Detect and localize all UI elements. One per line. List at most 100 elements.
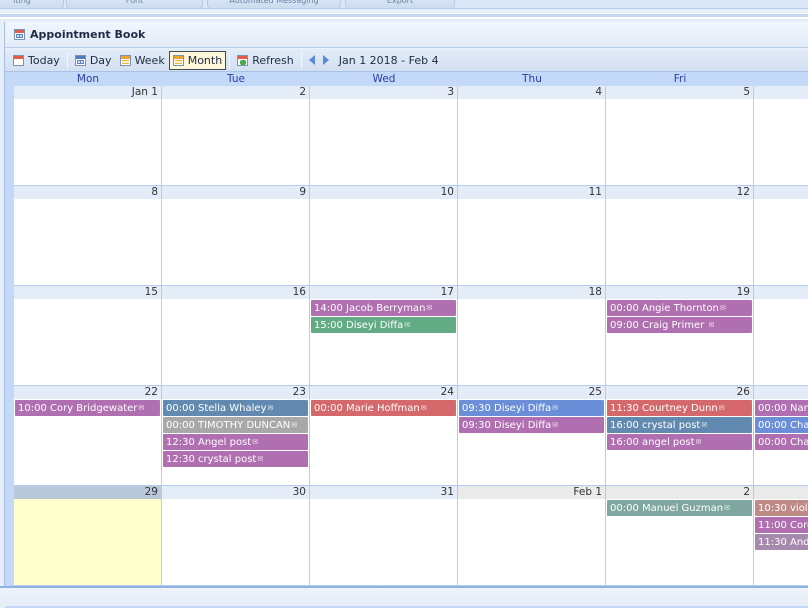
refresh-icon xyxy=(237,54,249,66)
appointment[interactable]: 14:00 Jacob Berryman✉ xyxy=(311,300,456,316)
day-cell[interactable]: 19 00:00 Angie Thornton✉ 09:00 Craig Prime… xyxy=(606,286,754,386)
day-number[interactable]: 29 xyxy=(14,486,161,499)
day-cell[interactable]: 2 xyxy=(162,86,310,186)
day-number[interactable]: 30 xyxy=(162,486,309,499)
previous-period-button[interactable] xyxy=(305,51,319,70)
day-cell[interactable]: 31 xyxy=(310,486,458,586)
month-label: Month xyxy=(187,53,223,67)
appointment[interactable]: 12:30 Angel post✉ xyxy=(163,434,308,450)
day-number[interactable]: 9 xyxy=(162,186,309,199)
appointment[interactable]: 00:00 Char✉ xyxy=(755,434,808,450)
day-cell[interactable] xyxy=(754,186,808,286)
day-cell[interactable]: 17 14:00 Jacob Berryman✉ 15:00 Diseyi Diff… xyxy=(310,286,458,386)
day-cell[interactable]: 16 xyxy=(162,286,310,386)
day-cell[interactable]: 4 xyxy=(458,86,606,186)
day-number[interactable]: 4 xyxy=(458,86,605,99)
appointment[interactable]: 09:30 Diseyi Diffa✉ xyxy=(459,417,604,433)
day-number[interactable]: 15 xyxy=(14,286,161,299)
appointment[interactable]: 00:00 TIMOTHY DUNCAN✉ xyxy=(163,417,308,433)
day-number[interactable] xyxy=(754,286,808,299)
ribbon-tab-font[interactable]: Font xyxy=(66,0,203,8)
ribbon-tab-export[interactable]: Export xyxy=(345,0,455,8)
day-number[interactable]: 22 xyxy=(14,386,161,399)
day-cell[interactable] xyxy=(754,286,808,386)
day-cell[interactable]: 3 xyxy=(310,86,458,186)
day-cell[interactable]: 2 00:00 Manuel Guzman✉ xyxy=(606,486,754,586)
appointment[interactable]: 09:30 Diseyi Diffa✉ xyxy=(459,400,604,416)
appointment[interactable]: 16:00 crystal post✉ xyxy=(607,417,752,433)
appointment[interactable]: 09:00 Craig Primer ✉ xyxy=(607,317,752,333)
weekday-headers: Mon Tue Wed Thu Fri xyxy=(14,72,808,86)
day-cell[interactable]: 10:30 viole✉11:00 Cord✉11:30 Andr✉ xyxy=(754,486,808,586)
day-number[interactable]: 18 xyxy=(458,286,605,299)
ribbon-tab-editing[interactable]: iting xyxy=(0,0,64,8)
appointment[interactable]: 00:00 Manuel Guzman✉ xyxy=(607,500,752,516)
day-cell[interactable]: 15 xyxy=(14,286,162,386)
week-view-button[interactable]: Week xyxy=(116,51,169,70)
day-number[interactable]: 25 xyxy=(458,386,605,399)
appointment-text: 10:00 Cory Bridgewater xyxy=(18,403,138,414)
appointment[interactable]: 15:00 Diseyi Diffa✉ xyxy=(311,317,456,333)
appointment[interactable]: 00:00 Stella Whaley✉ xyxy=(163,400,308,416)
day-number[interactable]: 31 xyxy=(310,486,457,499)
day-cell[interactable]: 30 xyxy=(162,486,310,586)
appointment[interactable]: 00:00 Nane✉ xyxy=(755,400,808,416)
day-number[interactable] xyxy=(754,386,808,399)
day-number[interactable]: Feb 1 xyxy=(458,486,605,499)
day-number[interactable]: 26 xyxy=(606,386,753,399)
day-cell[interactable]: 12 xyxy=(606,186,754,286)
day-number[interactable]: 5 xyxy=(606,86,753,99)
day-number[interactable]: 23 xyxy=(162,386,309,399)
appointment[interactable]: 10:00 Cory Bridgewater✉ xyxy=(15,400,160,416)
day-number[interactable]: 12 xyxy=(606,186,753,199)
reminder-icon: ✉ xyxy=(552,421,559,429)
day-cell[interactable]: Jan 1 xyxy=(14,86,162,186)
day-cell[interactable]: 18 xyxy=(458,286,606,386)
day-number[interactable]: 19 xyxy=(606,286,753,299)
day-cell[interactable]: 5 xyxy=(606,86,754,186)
appointment[interactable]: 10:30 viole✉ xyxy=(755,500,808,516)
day-number[interactable]: Jan 1 xyxy=(14,86,161,99)
day-cell[interactable]: 22 10:00 Cory Bridgewater✉ xyxy=(14,386,162,486)
day-view-button[interactable]: Day xyxy=(71,51,116,70)
day-cell[interactable]: 26 11:30 Courtney Dunn✉ 16:00 crystal post… xyxy=(606,386,754,486)
day-cell[interactable]: 8 xyxy=(14,186,162,286)
day-number[interactable]: 16 xyxy=(162,286,309,299)
appointment[interactable]: 11:00 Cord✉ xyxy=(755,517,808,533)
day-number[interactable]: 2 xyxy=(162,86,309,99)
day-cell[interactable]: Feb 1 xyxy=(458,486,606,586)
month-view-button[interactable]: Month xyxy=(168,50,227,70)
appointment[interactable]: 11:30 Andr✉ xyxy=(755,534,808,550)
appointment[interactable]: 00:00 Marie Hoffman✉ xyxy=(311,400,456,416)
day-cell[interactable]: 29 xyxy=(14,486,162,586)
day-number[interactable]: 2 xyxy=(606,486,753,499)
day-cell[interactable] xyxy=(754,86,808,186)
day-cell[interactable]: 11 xyxy=(458,186,606,286)
day-cell[interactable]: 24 00:00 Marie Hoffman✉ xyxy=(310,386,458,486)
appointment-text: 00:00 Nane xyxy=(758,403,808,414)
appointment[interactable]: 11:30 Courtney Dunn✉ xyxy=(607,400,752,416)
appointment[interactable]: 12:30 crystal post✉ xyxy=(163,451,308,467)
appointment[interactable]: 00:00 Char✉ xyxy=(755,417,808,433)
refresh-button[interactable]: Refresh xyxy=(233,51,298,70)
day-number[interactable]: 8 xyxy=(14,186,161,199)
day-cell[interactable]: 00:00 Nane✉00:00 Char✉00:00 Char✉ xyxy=(754,386,808,486)
day-cell[interactable]: 25 09:30 Diseyi Diffa✉ 09:30 Diseyi Diffa✉ xyxy=(458,386,606,486)
appointment[interactable]: 16:00 angel post✉ xyxy=(607,434,752,450)
day-number[interactable] xyxy=(754,186,808,199)
day-number[interactable]: 11 xyxy=(458,186,605,199)
day-number[interactable]: 24 xyxy=(310,386,457,399)
day-cell[interactable]: 23 00:00 Stella Whaley✉ 00:00 TIMOTHY DUNC… xyxy=(162,386,310,486)
day-number[interactable]: 17 xyxy=(310,286,457,299)
day-number[interactable]: 3 xyxy=(310,86,457,99)
toolbar-divider xyxy=(300,51,302,69)
day-number[interactable]: 10 xyxy=(310,186,457,199)
day-cell[interactable]: 10 xyxy=(310,186,458,286)
ribbon-tab-automated-messaging[interactable]: Automated Messaging xyxy=(207,0,341,8)
day-number[interactable] xyxy=(754,86,808,99)
today-button[interactable]: Today xyxy=(9,51,64,70)
day-cell[interactable]: 9 xyxy=(162,186,310,286)
appointment[interactable]: 00:00 Angie Thornton✉ xyxy=(607,300,752,316)
next-period-button[interactable] xyxy=(319,51,333,70)
day-number[interactable] xyxy=(754,486,808,499)
